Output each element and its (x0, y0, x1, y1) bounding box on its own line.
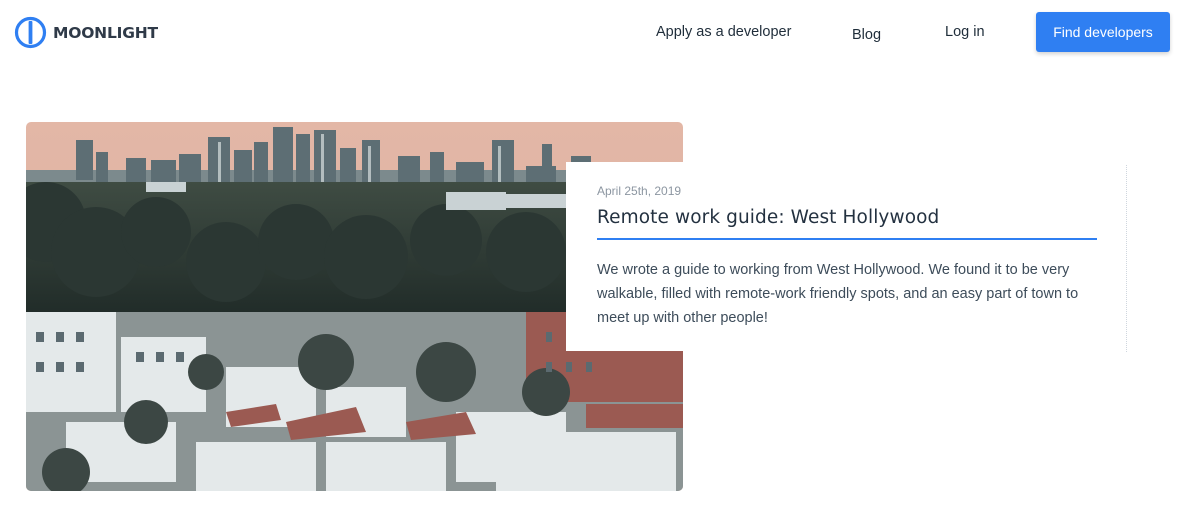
post-card[interactable]: April 25th, 2019 Remote work guide: West… (566, 162, 1097, 351)
brand-logo[interactable]: MOONLIGHT (14, 16, 158, 49)
nav-blog[interactable]: Blog (852, 27, 881, 43)
nav-apply-developer[interactable]: Apply as a developer (656, 24, 791, 40)
nav-login[interactable]: Log in (945, 24, 985, 40)
moonlight-ring-icon (14, 16, 47, 49)
site-header: MOONLIGHT Apply as a developer Blog Log … (0, 0, 1185, 66)
post-date: April 25th, 2019 (597, 184, 682, 198)
title-underline (597, 238, 1097, 240)
post-title[interactable]: Remote work guide: West Hollywood (597, 207, 1083, 228)
find-developers-button[interactable]: Find developers (1036, 12, 1170, 52)
brand-name: MOONLIGHT (53, 23, 158, 42)
card-guide-line (1126, 165, 1127, 352)
post-excerpt: We wrote a guide to working from West Ho… (597, 262, 1079, 326)
